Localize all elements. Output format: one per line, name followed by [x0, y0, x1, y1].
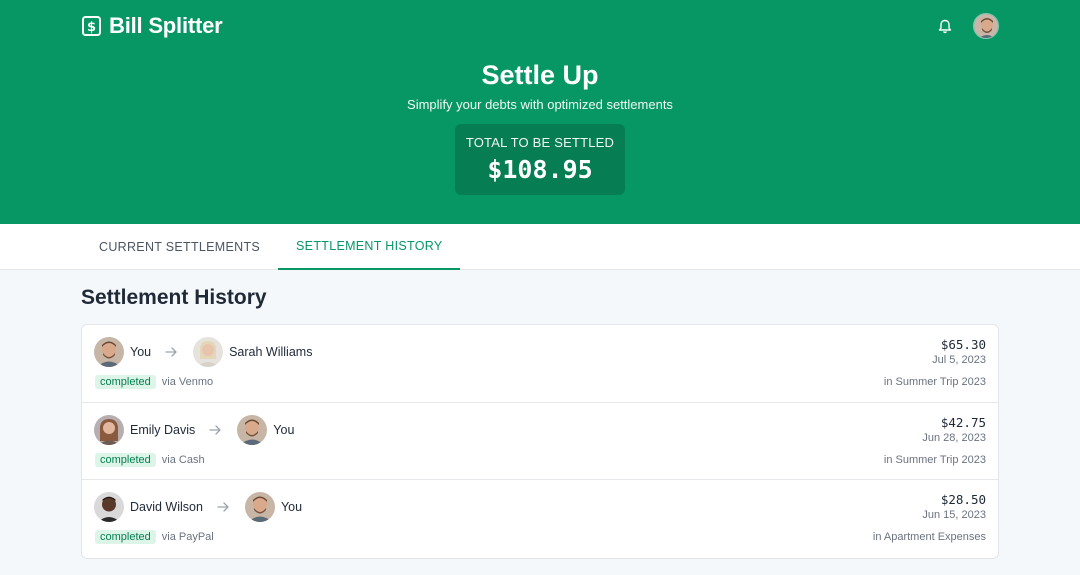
settlement-history-list: You Sarah Williams completed via Venmo $…	[81, 324, 999, 559]
total-value: $108.95	[487, 155, 593, 184]
payer-name: You	[130, 345, 152, 359]
tab-bar: CURRENT SETTLEMENTS SETTLEMENT HISTORY	[0, 224, 1080, 270]
svg-text:$: $	[86, 20, 95, 35]
payee-name: You	[273, 422, 295, 437]
arrow-right-icon	[165, 347, 179, 357]
total-to-settle-card: TOTAL TO BE SETTLED $108.95	[455, 124, 625, 195]
status-badge: completed	[95, 530, 156, 544]
avatar	[94, 492, 124, 522]
list-item[interactable]: You Sarah Williams completed via Venmo $…	[82, 325, 998, 403]
avatar	[244, 492, 275, 522]
payment-method: via Cash	[161, 453, 205, 466]
total-label: TOTAL TO BE SETTLED	[465, 135, 615, 150]
status-badge: completed	[95, 452, 156, 467]
group-name: in Apartment Expenses	[872, 531, 986, 543]
user-avatar[interactable]	[973, 13, 999, 39]
payer-name: David Wilson	[130, 500, 203, 514]
tab-current-settlements[interactable]: CURRENT SETTLEMENTS	[81, 224, 278, 270]
group-name: in Summer Trip 2023	[883, 376, 986, 388]
payee-name: Sarah Williams	[229, 345, 313, 359]
list-item[interactable]: David Wilson You completed via PayPal $2…	[82, 480, 998, 558]
avatar	[193, 337, 224, 367]
settlement-amount: $65.30	[940, 337, 986, 352]
settlement-date: Jul 5, 2023	[932, 354, 986, 366]
settlement-date: Jun 28, 2023	[922, 431, 986, 444]
tab-settlement-history[interactable]: SETTLEMENT HISTORY	[278, 224, 461, 270]
app-title: Bill Splitter	[109, 13, 223, 38]
hero-banner: $ Bill Splitter Settle Up Simplify your …	[0, 0, 1080, 224]
list-item[interactable]: Emily Davis You completed via Cash $42.7…	[82, 403, 998, 480]
payment-method: via Venmo	[161, 376, 214, 388]
section-title: Settlement History	[81, 286, 267, 309]
avatar	[94, 414, 124, 445]
settlement-amount: $28.50	[940, 492, 986, 507]
arrow-right-icon	[209, 424, 223, 435]
top-navbar: $ Bill Splitter	[81, 12, 999, 40]
dollar-bill-icon: $	[81, 16, 101, 36]
page-title: Settle Up	[481, 60, 599, 90]
bell-icon[interactable]	[935, 16, 955, 36]
payer-name: Emily Davis	[130, 422, 196, 437]
status-badge: completed	[95, 375, 156, 389]
payment-method: via PayPal	[161, 531, 214, 543]
settlement-date: Jun 15, 2023	[922, 509, 986, 521]
avatar	[237, 414, 268, 445]
brand[interactable]: $ Bill Splitter	[81, 13, 223, 39]
group-name: in Summer Trip 2023	[883, 453, 986, 466]
settlement-amount: $42.75	[940, 414, 986, 430]
arrow-right-icon	[217, 502, 231, 512]
page-subtitle: Simplify your debts with optimized settl…	[407, 97, 673, 112]
avatar	[94, 337, 124, 367]
payee-name: You	[280, 500, 303, 514]
